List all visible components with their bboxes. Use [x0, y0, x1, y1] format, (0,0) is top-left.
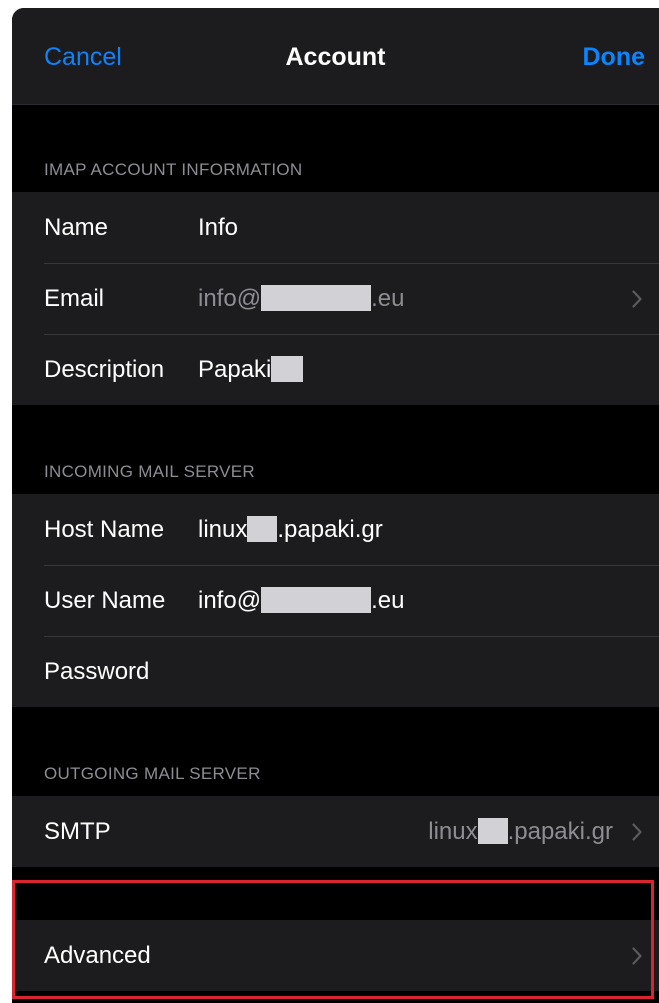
redaction-block [271, 355, 304, 382]
smtp-prefix: linux [428, 818, 478, 845]
redaction-block [477, 817, 508, 844]
redaction-block [247, 515, 278, 542]
smtp-value: linux .papaki.gr [428, 796, 613, 867]
email-prefix: info@ [198, 285, 262, 312]
advanced-label: Advanced [44, 942, 151, 969]
chevron-right-icon [629, 796, 645, 867]
password-row[interactable]: Password [12, 636, 659, 707]
redaction-block [261, 284, 372, 311]
incoming-server-group: Host Name linux .papaki.gr User Name info… [12, 494, 659, 707]
description-value[interactable]: Papaki [198, 334, 304, 405]
user-name-prefix: info@ [198, 587, 262, 614]
name-field[interactable]: Info [198, 192, 238, 263]
incoming-section-header: INCOMING MAIL SERVER [44, 462, 255, 481]
description-label: Description [44, 356, 165, 383]
host-name-row[interactable]: Host Name linux .papaki.gr [12, 494, 659, 565]
user-name-row[interactable]: User Name info@ .eu [12, 565, 659, 636]
smtp-label: SMTP [44, 818, 111, 845]
advanced-row[interactable]: Advanced [12, 920, 659, 991]
redaction-block [261, 586, 372, 613]
outgoing-server-group: SMTP linux .papaki.gr [12, 796, 659, 867]
host-name-field[interactable]: linux .papaki.gr [198, 494, 383, 565]
email-value: info@ .eu [198, 263, 404, 334]
email-label: Email [44, 285, 105, 312]
password-label: Password [44, 658, 150, 685]
advanced-group: Advanced [12, 920, 659, 991]
imap-section-header: IMAP ACCOUNT INFORMATION [44, 160, 303, 179]
user-name-suffix: .eu [371, 587, 405, 614]
smtp-row[interactable]: SMTP linux .papaki.gr [12, 796, 659, 867]
done-button[interactable]: Done [583, 42, 646, 72]
chevron-right-icon [629, 920, 645, 991]
navigation-bar: Cancel Account Done [12, 8, 659, 105]
page-title: Account [285, 43, 386, 71]
outgoing-section-header: OUTGOING MAIL SERVER [44, 764, 261, 783]
imap-account-group: Name Info Email info@ .eu Description Pap… [12, 192, 659, 405]
name-row[interactable]: Name Info [12, 192, 659, 263]
name-label: Name [44, 214, 109, 241]
host-name-label: Host Name [44, 516, 165, 543]
host-name-suffix: .papaki.gr [277, 516, 383, 543]
user-name-label: User Name [44, 587, 166, 614]
email-suffix: .eu [371, 285, 405, 312]
user-name-field[interactable]: info@ .eu [198, 565, 404, 636]
chevron-right-icon [629, 263, 645, 334]
host-name-prefix: linux [198, 516, 248, 543]
description-row[interactable]: Description Papaki [12, 334, 659, 405]
description-text: Papaki [198, 356, 272, 383]
account-sheet: Cancel Account Done IMAP ACCOUNT INFORMA… [12, 8, 659, 1003]
smtp-suffix: .papaki.gr [507, 818, 613, 845]
email-row[interactable]: Email info@ .eu [12, 263, 659, 334]
